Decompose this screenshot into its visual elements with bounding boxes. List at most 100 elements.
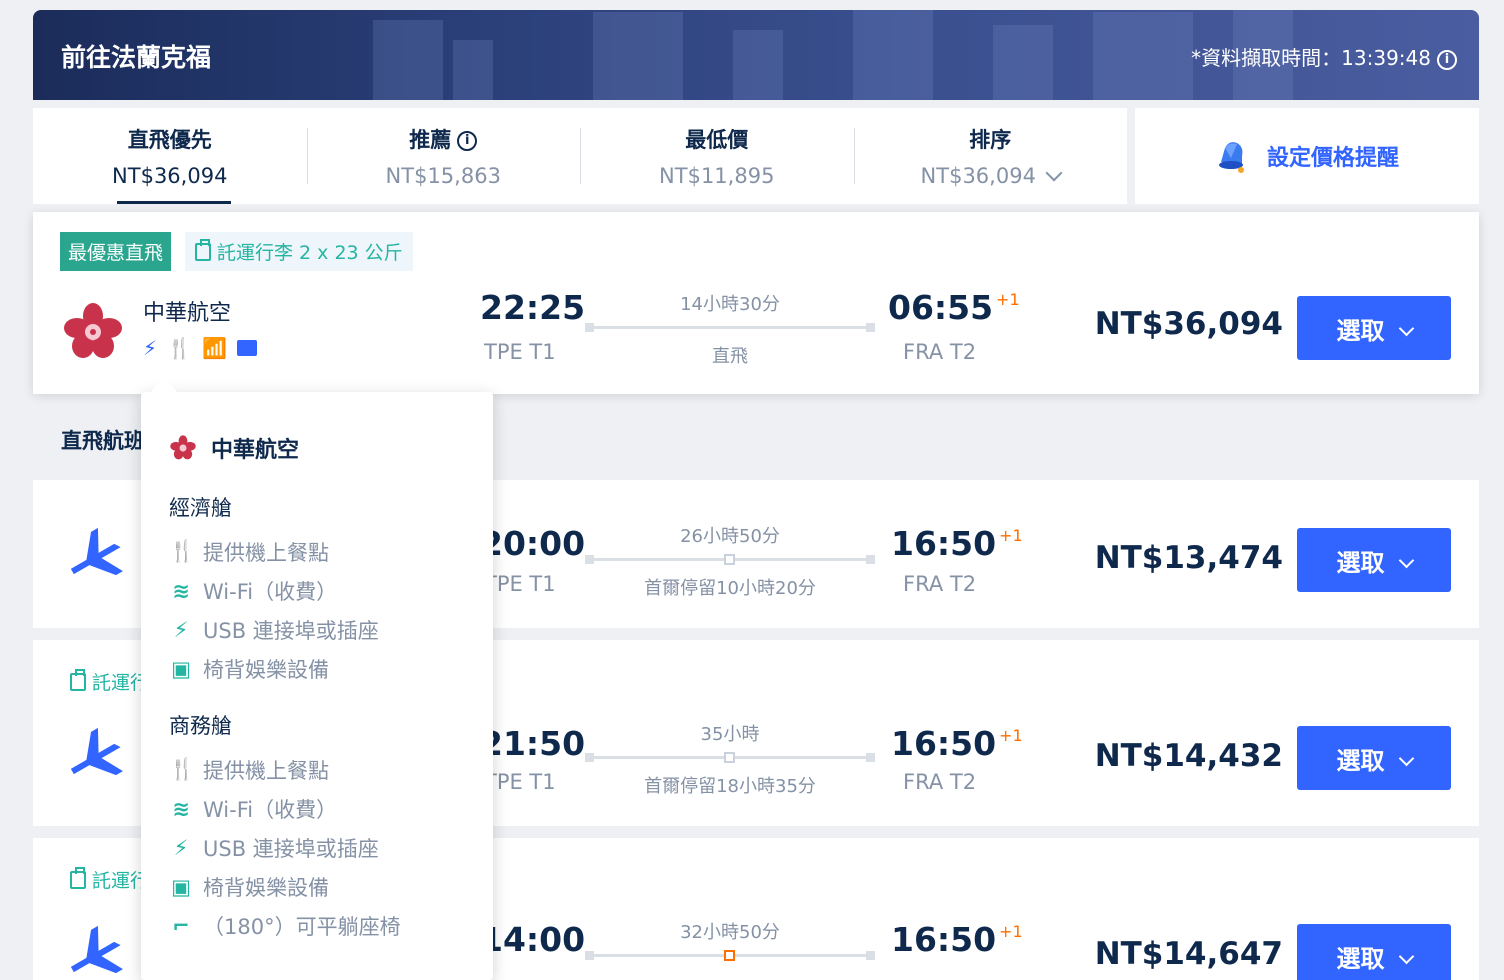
wifi-icon: ≋	[172, 796, 190, 821]
amenity-label: 提供機上餐點	[203, 540, 329, 565]
select-button[interactable]: 選取	[1297, 924, 1451, 980]
departure-time: 21:50	[480, 724, 586, 763]
china-airlines-logo-icon	[170, 435, 196, 460]
power-icon: ⚡	[173, 617, 189, 642]
select-button[interactable]: 選取	[1297, 726, 1451, 790]
flight-duration: 26小時50分	[680, 526, 780, 547]
select-label: 選取	[1336, 746, 1385, 775]
departure-time: 20:00	[480, 524, 586, 563]
arrival-airport: FRA T2	[903, 770, 977, 794]
airline-name: 中華航空	[143, 301, 232, 326]
active-tab-indicator	[117, 201, 231, 204]
economy-class-title: 經濟艙	[169, 496, 232, 520]
flight-duration: 32小時50分	[680, 922, 780, 943]
chevron-down-icon	[1398, 750, 1414, 766]
flight-price: NT$14,647	[1094, 936, 1283, 972]
amenity-label: （180°）可平躺座椅	[203, 914, 401, 939]
route-line	[585, 323, 875, 332]
route-line	[585, 950, 875, 961]
amenity-item: ≋ Wi-Fi（收費）	[169, 789, 465, 828]
amenity-label: 椅背娛樂設備	[203, 657, 329, 682]
stop-info: 直飛	[712, 346, 748, 367]
tab-label: 最低價	[685, 128, 749, 152]
airplane-icon	[70, 727, 123, 776]
amenity-label: Wi-Fi（收費）	[203, 579, 338, 604]
flat-bed-seat-icon: ⌐	[172, 913, 190, 938]
best-direct-badge: 最優惠直飛	[60, 232, 172, 271]
departure-time: 14:00	[480, 920, 586, 959]
meal-icon: 🍴	[169, 539, 196, 563]
power-icon: ⚡	[173, 835, 189, 860]
arrival-time-value: 16:50	[891, 724, 997, 763]
next-day-indicator: +1	[999, 526, 1023, 545]
amenity-item: ⌐ （180°）可平躺座椅	[169, 906, 465, 945]
stop-info: 首爾停留18小時35分	[644, 776, 816, 797]
tab-price: NT$36,094	[920, 164, 1036, 188]
tab-price: NT$15,863	[385, 164, 501, 188]
arrival-time: 16:50 +1	[891, 524, 1023, 563]
wifi-icon: 📶	[201, 336, 227, 360]
stop-marker	[724, 752, 735, 763]
departure-airport: TPE T1	[484, 770, 556, 794]
entertainment-icon: ▣	[171, 874, 191, 899]
tab-label: 直飛優先	[127, 128, 212, 152]
luggage-badge: 託運行李 2 x 23 公斤	[185, 232, 413, 271]
airplane-icon	[70, 527, 123, 576]
amenity-label: USB 連接埠或插座	[203, 836, 379, 861]
arrival-airport: FRA T2	[903, 572, 977, 596]
next-day-indicator: +1	[999, 726, 1023, 745]
power-icon: ⚡	[143, 336, 158, 360]
arrival-time-value: 16:50	[891, 524, 997, 563]
airplane-icon	[70, 925, 123, 974]
tab-label: 排序	[969, 128, 1012, 152]
arrival-time-value: 06:55	[888, 288, 994, 327]
info-icon[interactable]: i	[457, 131, 478, 151]
route-line	[585, 752, 875, 763]
info-icon[interactable]: i	[1437, 49, 1457, 70]
arrival-time: 16:50 +1	[891, 724, 1023, 763]
stop-marker	[724, 554, 735, 565]
amenity-item: ⚡ USB 連接埠或插座	[169, 610, 465, 649]
tab-recommended[interactable]: 推薦 i NT$15,863	[306, 108, 581, 204]
flight-price: NT$14,432	[1094, 738, 1283, 774]
chevron-down-icon	[1045, 164, 1063, 182]
entertainment-icon	[236, 340, 257, 356]
stop-marker	[724, 950, 735, 961]
chevron-down-icon	[1398, 320, 1414, 336]
tab-sort[interactable]: 排序 NT$36,094	[853, 108, 1128, 204]
price-alert-label: 設定價格提醒	[1266, 146, 1399, 171]
featured-flight-card[interactable]: 最優惠直飛 託運行李 2 x 23 公斤 中華航空 ⚡ 🍴 📶 22:25 TP…	[33, 212, 1479, 394]
departure-airport: TPE T1	[484, 340, 556, 364]
arrival-airport: FRA T2	[903, 340, 977, 364]
stop-info: 首爾停留10小時20分	[644, 578, 816, 599]
flight-duration: 14小時30分	[680, 294, 780, 315]
arrival-time: 06:55 +1	[888, 288, 1020, 327]
amenities-popup: 中華航空 經濟艙 🍴 提供機上餐點 ≋ Wi-Fi（收費） ⚡ USB 連接埠或插座 …	[141, 392, 493, 980]
business-class-title: 商務艙	[169, 714, 232, 738]
amenity-label: Wi-Fi（收費）	[203, 797, 338, 822]
fetch-time-label: *資料擷取時間：13:39:48	[1191, 46, 1431, 70]
price-alert-button[interactable]: 設定價格提醒	[1135, 108, 1479, 204]
wifi-icon: ≋	[172, 578, 190, 603]
select-button[interactable]: 選取	[1297, 528, 1451, 592]
amenity-item: 🍴 提供機上餐點	[169, 750, 465, 789]
amenity-item: ⚡ USB 連接埠或插座	[169, 828, 465, 867]
tab-lowest-price[interactable]: 最低價 NT$11,895	[580, 108, 854, 204]
chevron-down-icon	[1398, 948, 1414, 964]
chevron-down-icon	[1398, 552, 1414, 568]
bell-icon	[1218, 142, 1244, 173]
amenities[interactable]: ⚡ 🍴 📶	[143, 336, 257, 360]
next-day-indicator: +1	[996, 290, 1020, 309]
section-title: 直飛航班	[61, 429, 145, 453]
select-button[interactable]: 選取	[1297, 296, 1451, 360]
amenity-label: 提供機上餐點	[203, 758, 329, 783]
page-title: 前往法蘭克福	[61, 43, 212, 72]
flight-price: NT$36,094	[1094, 306, 1283, 342]
tab-direct-first[interactable]: 直飛優先 NT$36,094	[33, 108, 307, 204]
amenity-label: 椅背娛樂設備	[203, 875, 329, 900]
tab-price: NT$36,094	[112, 164, 228, 188]
departure-airport: TPE T1	[484, 572, 556, 596]
luggage-icon	[195, 238, 212, 261]
sort-tabs: 直飛優先 NT$36,094 推薦 i NT$15,863 最低價 NT$11,8…	[33, 108, 1127, 204]
amenity-item: ▣ 椅背娛樂設備	[169, 649, 465, 688]
